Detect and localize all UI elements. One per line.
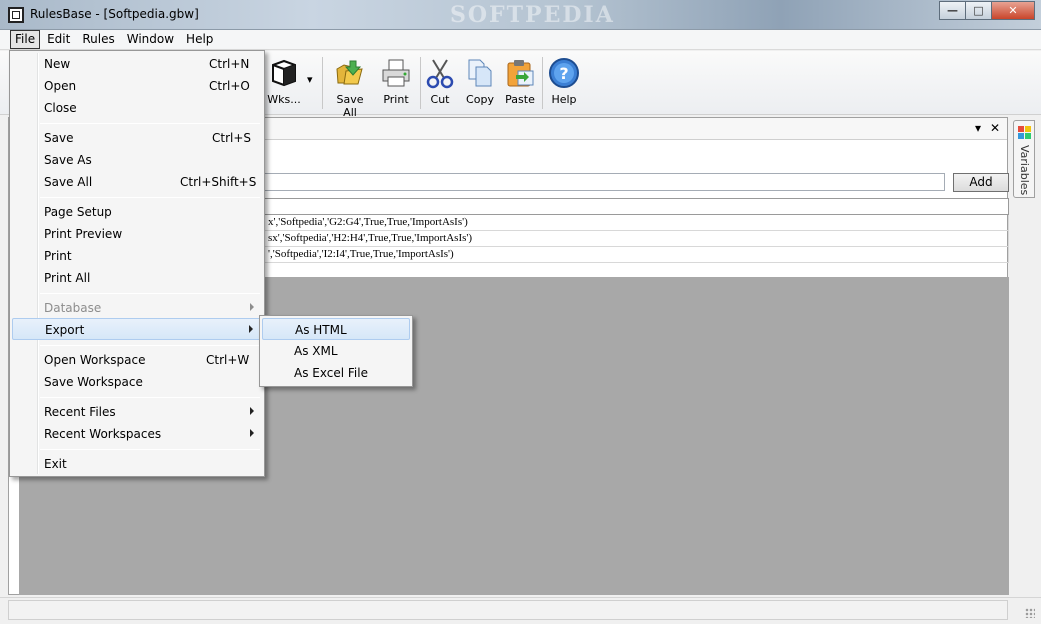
menu-separator	[40, 345, 260, 346]
submenu-arrow-icon	[250, 429, 254, 437]
toolbar-copy-label: Copy	[466, 93, 494, 106]
toolbar-help-button[interactable]: ? Help	[542, 57, 586, 106]
help-icon: ?	[548, 57, 580, 89]
menu-separator	[40, 397, 260, 398]
menu-item-database: Database	[12, 297, 262, 319]
menu-item-open-workspace[interactable]: Open Workspace Ctrl+W	[12, 349, 262, 371]
toolbar-save-all-label: Save All	[336, 93, 364, 119]
toolbar-wks-label: Wks...	[267, 93, 301, 106]
menu-file[interactable]: File	[10, 30, 41, 49]
menu-item-exit[interactable]: Exit	[12, 453, 262, 475]
menu-item-export[interactable]: Export	[12, 318, 262, 340]
variables-tab[interactable]: Variables	[1013, 120, 1035, 198]
toolbar-paste-label: Paste	[505, 93, 535, 106]
menu-item-as-excel[interactable]: As Excel File	[262, 362, 410, 384]
menu-bar: File Edit Rules Window Help	[0, 30, 1041, 50]
variables-icon	[1018, 126, 1031, 139]
window-title: RulesBase - [Softpedia.gbw]	[30, 7, 199, 21]
menu-item-as-xml[interactable]: As XML	[262, 340, 410, 362]
svg-text:?: ?	[559, 64, 568, 83]
toolbar-help-label: Help	[551, 93, 577, 106]
export-submenu: As HTML As XML As Excel File	[259, 315, 413, 387]
menu-item-page-setup[interactable]: Page Setup	[12, 201, 262, 223]
watermark: SOFTPEDIA	[450, 2, 615, 28]
app-icon[interactable]	[8, 7, 24, 23]
submenu-arrow-icon	[250, 407, 254, 415]
menu-item-print-preview[interactable]: Print Preview	[12, 223, 262, 245]
toolbar-cut-button[interactable]: Cut	[418, 57, 462, 106]
menu-separator	[40, 293, 260, 294]
toolbar-copy-button[interactable]: Copy	[458, 57, 502, 106]
menu-item-open[interactable]: Open Ctrl+O	[12, 75, 262, 97]
toolbar-paste-button[interactable]: Paste	[498, 57, 542, 106]
menu-help[interactable]: Help	[181, 30, 218, 49]
menu-separator	[40, 449, 260, 450]
maximize-button[interactable]: □	[965, 1, 992, 20]
worksheet-icon	[268, 57, 300, 89]
menu-edit[interactable]: Edit	[42, 30, 75, 49]
add-button[interactable]: Add	[953, 173, 1009, 192]
menu-item-save-as[interactable]: Save As	[12, 149, 262, 171]
save-all-icon	[334, 57, 366, 89]
paste-icon	[504, 57, 536, 89]
toolbar-print-label: Print	[383, 93, 409, 106]
file-menu: New Ctrl+N Open Ctrl+O Close Save Ctrl+S…	[9, 50, 265, 477]
toolbar-wks-button[interactable]: Wks...	[262, 57, 306, 106]
toolbar-cut-label: Cut	[430, 93, 450, 106]
menu-item-close[interactable]: Close	[12, 97, 262, 119]
menu-item-as-html[interactable]: As HTML	[262, 318, 410, 340]
panel-dropdown-button[interactable]: ▾	[975, 121, 981, 135]
status-bar	[0, 597, 1041, 624]
menu-item-recent-files[interactable]: Recent Files	[12, 401, 262, 423]
printer-icon	[380, 57, 412, 89]
window-controls: — □ ✕	[939, 1, 1035, 20]
submenu-arrow-icon	[250, 303, 254, 311]
toolbar-save-all-button[interactable]: Save All	[328, 57, 372, 119]
menu-item-save-all[interactable]: Save All Ctrl+Shift+S	[12, 171, 262, 193]
menu-item-new[interactable]: New Ctrl+N	[12, 53, 262, 75]
panel-close-button[interactable]: ✕	[990, 121, 1000, 135]
status-panel	[8, 600, 1008, 620]
scissors-icon	[424, 57, 456, 89]
menu-item-save[interactable]: Save Ctrl+S	[12, 127, 262, 149]
close-button[interactable]: ✕	[991, 1, 1035, 20]
wks-dropdown-arrow[interactable]: ▾	[307, 73, 313, 86]
submenu-arrow-icon	[249, 325, 253, 333]
menu-window[interactable]: Window	[122, 30, 179, 49]
toolbar-print-button[interactable]: Print	[374, 57, 418, 106]
menu-separator	[40, 197, 260, 198]
toolbar-separator	[322, 57, 323, 109]
variables-tab-label: Variables	[1018, 145, 1031, 196]
menu-item-print-all[interactable]: Print All	[12, 267, 262, 289]
minimize-button[interactable]: —	[939, 1, 966, 20]
resize-grip[interactable]	[1025, 608, 1035, 618]
menu-rules[interactable]: Rules	[77, 30, 119, 49]
menu-separator	[40, 123, 260, 124]
title-bar: RulesBase - [Softpedia.gbw] SOFTPEDIA — …	[0, 0, 1041, 30]
copy-icon	[464, 57, 496, 89]
menu-item-save-workspace[interactable]: Save Workspace	[12, 371, 262, 393]
menu-item-print[interactable]: Print	[12, 245, 262, 267]
menu-item-recent-workspaces[interactable]: Recent Workspaces	[12, 423, 262, 445]
